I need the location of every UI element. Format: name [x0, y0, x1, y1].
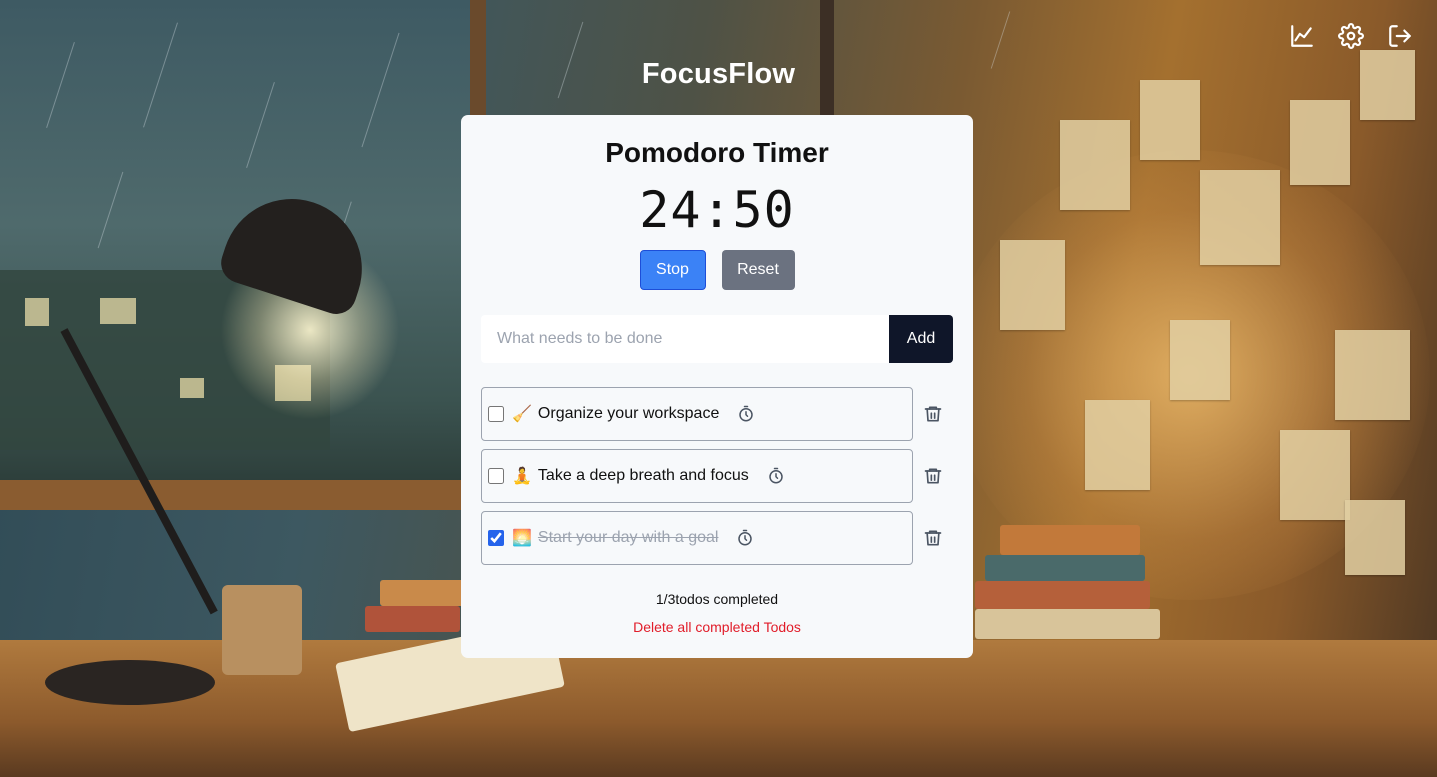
background-window-light	[180, 378, 204, 398]
timer-controls: Stop Reset	[461, 250, 973, 290]
background-mug	[222, 585, 302, 675]
todos-summary: 1/3todos completed	[655, 591, 779, 607]
add-todo-form: Add	[481, 315, 953, 363]
stopwatch-icon[interactable]	[737, 405, 755, 423]
background-book	[985, 555, 1145, 581]
logout-icon[interactable]	[1386, 22, 1413, 49]
todo-row: 🧹 Organize your workspace	[481, 387, 953, 441]
stop-button[interactable]: Stop	[639, 250, 706, 290]
todo-text: Take a deep breath and focus	[537, 467, 749, 484]
header-actions	[1288, 22, 1413, 49]
background-window-light	[25, 298, 49, 326]
timer-display: 24:50	[639, 181, 795, 239]
pomodoro-card: Pomodoro Timer 24:50 Stop Reset Add 🧹 Or…	[461, 115, 973, 658]
background-note	[1345, 500, 1405, 575]
background-book	[380, 580, 465, 606]
app-title: FocusFlow	[641, 58, 796, 90]
background-book	[365, 606, 460, 632]
list-item: 🧹 Organize your workspace	[481, 387, 913, 441]
stopwatch-icon[interactable]	[736, 529, 754, 547]
chart-icon[interactable]	[1288, 22, 1315, 49]
background-note	[1290, 100, 1350, 185]
todo-input[interactable]	[481, 315, 889, 363]
todo-list: 🧹 Organize your workspace 🧘 Take a deep …	[481, 387, 953, 573]
list-item: 🌅 Start your day with a goal	[481, 511, 913, 565]
todo-row: 🧘 Take a deep breath and focus	[481, 449, 953, 503]
background-book	[975, 609, 1160, 639]
background-note	[1085, 400, 1150, 490]
todo-text: Start your day with a goal	[537, 529, 719, 546]
background-window-light	[100, 298, 136, 324]
trash-icon[interactable]	[923, 528, 943, 548]
background-note	[1140, 80, 1200, 160]
background-lamp-base	[45, 660, 215, 705]
trash-icon[interactable]	[923, 466, 943, 486]
background-book	[975, 581, 1150, 609]
todo-checkbox[interactable]	[488, 468, 504, 484]
trash-icon[interactable]	[923, 404, 943, 424]
todo-emoji: 🧹	[512, 406, 532, 423]
timer-title: Pomodoro Timer	[605, 137, 829, 168]
add-button[interactable]: Add	[889, 315, 953, 363]
reset-button[interactable]: Reset	[721, 250, 795, 290]
todo-emoji: 🧘	[512, 468, 532, 485]
delete-completed-link[interactable]: Delete all completed Todos	[461, 619, 973, 635]
list-item: 🧘 Take a deep breath and focus	[481, 449, 913, 503]
todo-text: Organize your workspace	[537, 405, 720, 422]
background-note	[1335, 330, 1410, 420]
background-note	[1000, 240, 1065, 330]
todo-checkbox[interactable]	[488, 530, 504, 546]
stopwatch-icon[interactable]	[767, 467, 785, 485]
todo-row: 🌅 Start your day with a goal	[481, 511, 953, 565]
background-note	[1280, 430, 1350, 520]
background-note	[1060, 120, 1130, 210]
background-book	[1000, 525, 1140, 555]
todo-emoji: 🌅	[512, 530, 532, 547]
background-desk	[0, 640, 1437, 777]
background-note	[1200, 170, 1280, 265]
gear-icon[interactable]	[1337, 22, 1364, 49]
todo-checkbox[interactable]	[488, 406, 504, 422]
background-note	[1170, 320, 1230, 400]
